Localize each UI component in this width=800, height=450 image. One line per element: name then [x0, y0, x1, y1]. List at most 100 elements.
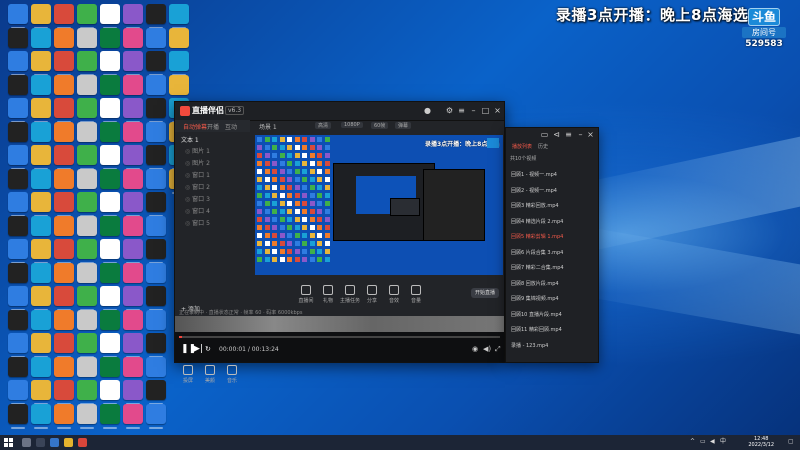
- desktop-app-icon[interactable]: [77, 121, 97, 147]
- start-live-button[interactable]: 开始直播: [471, 288, 499, 298]
- desktop-app-icon[interactable]: [123, 333, 143, 358]
- desktop-app-icon[interactable]: [54, 403, 74, 429]
- desktop-app-icon[interactable]: [77, 356, 97, 382]
- desktop-app-icon[interactable]: [146, 356, 166, 382]
- search-icon[interactable]: [22, 438, 31, 447]
- desktop-app-icon[interactable]: [31, 239, 51, 264]
- close-icon[interactable]: ×: [586, 130, 595, 139]
- desktop-app-icon[interactable]: [146, 380, 166, 405]
- next-icon[interactable]: ▶|: [193, 344, 203, 354]
- desktop-app-icon[interactable]: [123, 4, 143, 29]
- desktop-app-icon[interactable]: [31, 27, 51, 53]
- playlist-item[interactable]: 回顾3 精彩回放.mp4: [506, 199, 598, 215]
- desktop-app-icon[interactable]: [54, 262, 74, 288]
- desktop-app-icon[interactable]: [54, 215, 74, 241]
- desktop-app-icon[interactable]: [100, 403, 120, 429]
- scene-pill[interactable]: 弹幕: [395, 122, 412, 129]
- ime-icon[interactable]: 中: [720, 439, 726, 445]
- desktop-app-icon[interactable]: [100, 356, 120, 382]
- tray-chevron-icon[interactable]: ^: [690, 439, 696, 445]
- desktop-app-icon[interactable]: [169, 4, 189, 29]
- scene-pill[interactable]: 高清: [315, 122, 332, 129]
- desktop-app-icon[interactable]: [146, 215, 166, 241]
- menu-icon[interactable]: ≡: [564, 130, 573, 139]
- desktop-app-icon[interactable]: [123, 98, 143, 123]
- desktop-app-icon[interactable]: [8, 380, 28, 405]
- source-row[interactable]: 窗口 4: [175, 206, 249, 218]
- scene-pill[interactable]: 60帧: [371, 122, 389, 129]
- desktop-app-icon[interactable]: [31, 286, 51, 311]
- desktop-app-icon[interactable]: [100, 168, 120, 194]
- desktop-app-icon[interactable]: [146, 51, 166, 76]
- control-button[interactable]: 分享: [361, 283, 383, 304]
- desktop-app-icon[interactable]: [123, 262, 143, 288]
- clock[interactable]: 12:48 2022/3/12: [748, 436, 774, 448]
- desktop-app-icon[interactable]: [146, 262, 166, 288]
- desktop-app-icon[interactable]: [31, 356, 51, 382]
- desktop-app-icon[interactable]: [100, 215, 120, 241]
- control-button[interactable]: 直播间: [295, 283, 317, 304]
- control-button[interactable]: 音效: [383, 283, 405, 304]
- tab-auto-danmu[interactable]: 自动弹幕: [183, 122, 207, 131]
- desktop-app-icon[interactable]: [100, 192, 120, 217]
- playlist-item[interactable]: 回顾7 精彩二合集.mp4: [506, 261, 598, 277]
- tool-button[interactable]: 投屏: [177, 363, 199, 385]
- desktop-app-icon[interactable]: [54, 168, 74, 194]
- desktop-app-icon[interactable]: [123, 168, 143, 194]
- desktop-app-icon[interactable]: [77, 215, 97, 241]
- tab-history[interactable]: 历史: [538, 143, 548, 150]
- desktop-app-icon[interactable]: [77, 4, 97, 29]
- desktop-app-icon[interactable]: [146, 98, 166, 123]
- control-button[interactable]: 主播任务: [339, 283, 361, 304]
- desktop-app-icon[interactable]: [54, 192, 74, 217]
- desktop-app-icon[interactable]: [146, 145, 166, 170]
- desktop-app-icon[interactable]: [146, 4, 166, 29]
- record-icon[interactable]: ◉: [472, 345, 478, 353]
- desktop-app-icon[interactable]: [77, 239, 97, 264]
- desktop-app-icon[interactable]: [146, 121, 166, 147]
- desktop-app-icon[interactable]: [100, 286, 120, 311]
- desktop-app-icon[interactable]: [54, 98, 74, 123]
- desktop-app-icon[interactable]: [8, 356, 28, 382]
- volume-icon[interactable]: ◀: [710, 439, 716, 445]
- minimize-icon[interactable]: –: [469, 106, 478, 115]
- desktop-app-icon[interactable]: [77, 262, 97, 288]
- desktop-app-icon[interactable]: [77, 51, 97, 76]
- desktop-app-icon[interactable]: [123, 403, 143, 429]
- desktop-app-icon[interactable]: [31, 4, 51, 29]
- desktop-app-icon[interactable]: [31, 98, 51, 123]
- desktop-app-icon[interactable]: [31, 380, 51, 405]
- tab-interact[interactable]: 互动: [225, 122, 237, 131]
- fullscreen-icon[interactable]: ⤢: [495, 345, 501, 354]
- minimize-icon[interactable]: –: [576, 130, 585, 139]
- file-explorer-icon[interactable]: [64, 438, 73, 447]
- desktop-app-icon[interactable]: [31, 192, 51, 217]
- desktop-app-icon[interactable]: [169, 74, 189, 100]
- tab-live[interactable]: 开播: [207, 122, 219, 131]
- desktop-app-icon[interactable]: [146, 192, 166, 217]
- desktop-app-icon[interactable]: [8, 74, 28, 100]
- desktop-app-icon[interactable]: [54, 286, 74, 311]
- desktop-app-icon[interactable]: [31, 74, 51, 100]
- desktop-app-icon[interactable]: [100, 51, 120, 76]
- desktop-app-icon[interactable]: [8, 145, 28, 170]
- desktop-app-icon[interactable]: [8, 192, 28, 217]
- tool-button[interactable]: 美颜: [199, 363, 221, 385]
- scene-name[interactable]: 场景 1: [259, 122, 277, 131]
- playlist-item[interactable]: 回顾11 精彩回顾.mp4: [506, 323, 598, 339]
- desktop-app-icon[interactable]: [123, 215, 143, 241]
- playlist-item[interactable]: 回顾6 片段合集 3.mp4: [506, 246, 598, 262]
- network-icon[interactable]: ▭: [700, 439, 706, 445]
- source-row[interactable]: 窗口 5: [175, 218, 249, 230]
- playlist-icon[interactable]: ▭: [540, 130, 549, 139]
- desktop-app-icon[interactable]: [77, 98, 97, 123]
- windows-start-icon[interactable]: [4, 438, 13, 447]
- desktop-app-icon[interactable]: [54, 239, 74, 264]
- desktop-app-icon[interactable]: [8, 27, 28, 53]
- playlist-item[interactable]: 回顾8 回放片段.mp4: [506, 277, 598, 293]
- desktop-app-icon[interactable]: [77, 286, 97, 311]
- desktop-app-icon[interactable]: [123, 239, 143, 264]
- desktop-app-icon[interactable]: [123, 27, 143, 53]
- desktop-app-icon[interactable]: [146, 239, 166, 264]
- playlist-item[interactable]: 回顾10 直播片段.mp4: [506, 308, 598, 324]
